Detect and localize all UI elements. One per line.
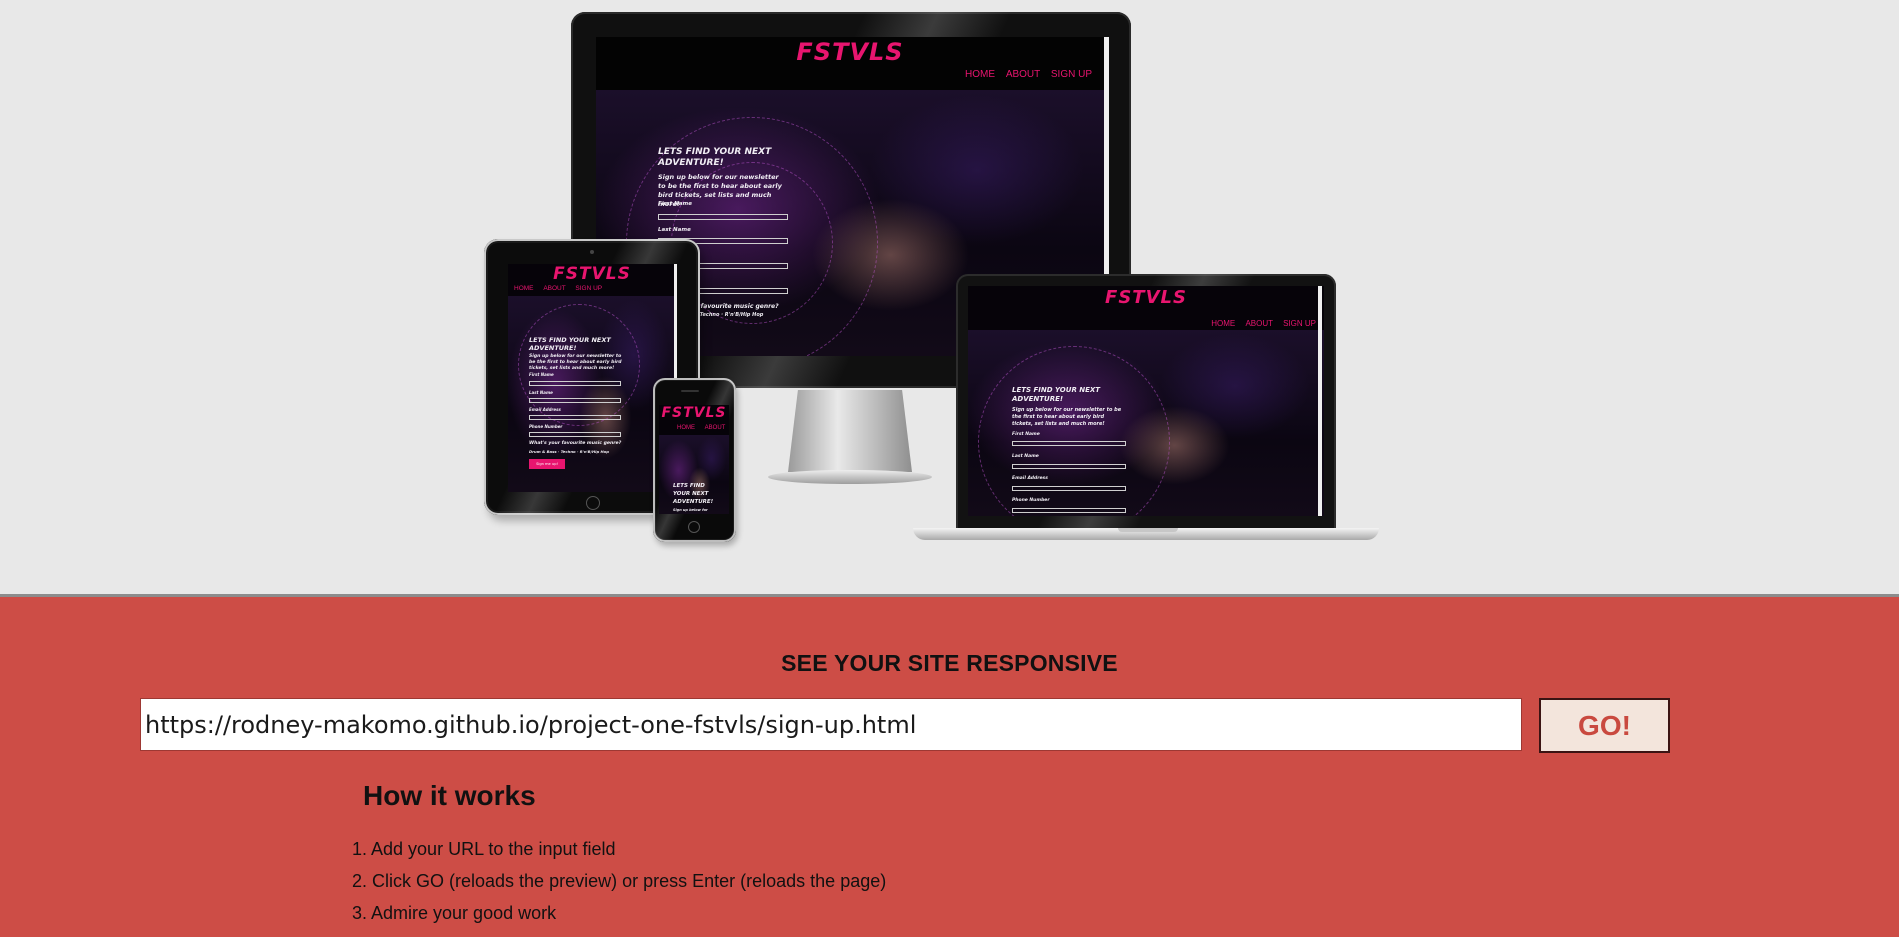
phone-nav-about[interactable]: ABOUT	[705, 425, 726, 431]
tablet-field-label: Last Name	[529, 390, 553, 395]
laptop-field-label: Phone Number	[1012, 498, 1050, 503]
tablet-field-label: Email Address	[529, 407, 561, 412]
phone-nav-home[interactable]: HOME	[677, 425, 695, 431]
desktop-nav-signup[interactable]: SIGN UP	[1051, 69, 1092, 80]
laptop-field-label: Last Name	[1012, 454, 1039, 459]
step-item: 3. Admire your good work	[352, 903, 557, 923]
desktop-nav-home[interactable]: HOME	[965, 69, 995, 80]
tablet-field-label: First Name	[529, 372, 554, 377]
tablet-site-nav: HOME ABOUT SIGN UP	[508, 285, 602, 292]
tablet-field-input[interactable]	[529, 415, 621, 420]
tablet-screen: FSTVLS HOME ABOUT SIGN UP LETS FIND YOUR…	[508, 264, 676, 492]
tablet-genre-question: What's your favourite music genre?	[529, 441, 622, 446]
tablet-field-input[interactable]	[529, 381, 621, 386]
desktop-hero-heading: LETS FIND YOUR NEXT ADVENTURE!	[658, 147, 772, 168]
laptop-field-input[interactable]	[1012, 464, 1126, 469]
how-it-works-title: How it works	[363, 780, 536, 811]
phone-hero-snippet: Sign up below for	[673, 508, 708, 512]
phone-site-nav: HOME ABOUT	[669, 425, 725, 431]
laptop-nav-home[interactable]: HOME	[1211, 319, 1235, 328]
responsive-form-section: SEE YOUR SITE RESPONSIVE GO! How it work…	[0, 597, 1899, 937]
laptop-hero-text: Sign up below for our newsletter to be t…	[1012, 407, 1122, 427]
laptop-field-label: First Name	[1012, 432, 1040, 437]
laptop-field-input[interactable]	[1012, 486, 1126, 491]
tablet-hero-text: Sign up below for our newsletter to be t…	[529, 354, 622, 371]
device-preview: FSTVLS HOME ABOUT SIGN UP LETS FIND YOUR…	[0, 0, 1899, 597]
laptop-screen: FSTVLS HOME ABOUT SIGN UP LETS FIND YOUR…	[968, 286, 1324, 516]
tablet-submit-button[interactable]: Sign me up!	[529, 459, 565, 469]
laptop-hero-heading: LETS FIND YOUR NEXT ADVENTURE!	[1012, 386, 1101, 403]
url-input[interactable]	[140, 698, 1522, 751]
tablet-nav-home[interactable]: HOME	[514, 285, 534, 292]
phone-screen: FSTVLS HOME ABOUT LETS FIND YOUR NEXT AD…	[659, 405, 729, 514]
laptop-nav-signup[interactable]: SIGN UP	[1283, 319, 1316, 328]
tablet-submit-label: Sign me up!	[536, 462, 558, 466]
desktop-field-label: First Name	[658, 201, 692, 207]
tablet-nav-about[interactable]: ABOUT	[543, 285, 565, 292]
section-heading: SEE YOUR SITE RESPONSIVE	[781, 650, 1118, 676]
how-it-works-steps: 1. Add your URL to the input field 2. Cl…	[352, 838, 886, 934]
desktop-field-label: Last Name	[658, 227, 691, 233]
step-item: 1. Add your URL to the input field	[352, 839, 616, 859]
tablet-field-label: Phone Number	[529, 424, 563, 429]
laptop-field-input[interactable]	[1012, 508, 1126, 513]
tablet-site-logo: FSTVLS	[553, 264, 631, 284]
tablet-field-input[interactable]	[529, 398, 621, 403]
desktop-field-input[interactable]	[658, 214, 788, 220]
desktop-nav-about[interactable]: ABOUT	[1006, 69, 1040, 80]
tablet-field-input[interactable]	[529, 432, 621, 437]
go-button[interactable]: GO!	[1539, 698, 1670, 753]
laptop-field-input[interactable]	[1012, 441, 1126, 446]
desktop-site-nav: HOME ABOUT SIGN UP	[957, 69, 1092, 80]
laptop-field-label: Email Address	[1012, 476, 1048, 481]
laptop-site-nav: HOME ABOUT SIGN UP	[1203, 319, 1316, 328]
tablet-genre-options: Drum & Bass · Techno · R'n'B/Hip Hop	[529, 449, 609, 454]
laptop-nav-about[interactable]: ABOUT	[1245, 319, 1272, 328]
tablet-nav-signup[interactable]: SIGN UP	[575, 285, 602, 292]
tablet-hero-heading: LETS FIND YOUR NEXT ADVENTURE!	[529, 336, 611, 352]
phone-site-logo: FSTVLS	[661, 405, 727, 421]
phone-hero-heading: LETS FIND YOUR NEXT ADVENTURE!	[673, 483, 714, 505]
step-item: 2. Click GO (reloads the preview) or pre…	[352, 871, 887, 891]
desktop-site-logo: FSTVLS	[796, 38, 904, 66]
laptop-site-logo: FSTVLS	[1105, 287, 1187, 308]
